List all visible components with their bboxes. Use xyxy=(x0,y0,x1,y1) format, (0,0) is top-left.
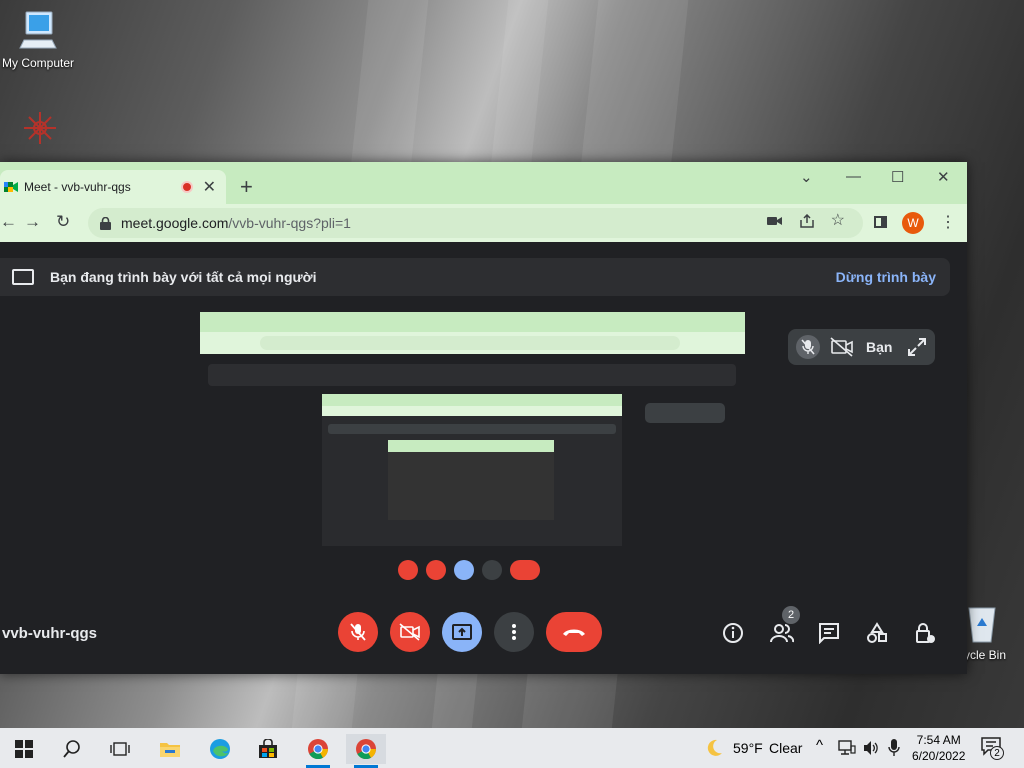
tab-title: Meet - vvb-vuhr-qgs xyxy=(24,180,131,194)
meet-control-bar: vvb-vuhr-qgs 2 xyxy=(0,602,967,668)
chrome-icon xyxy=(356,739,376,760)
back-button[interactable]: ← xyxy=(0,212,17,232)
shared-screen-preview xyxy=(200,312,745,594)
monitor-icon xyxy=(19,11,57,49)
host-controls-icon[interactable] xyxy=(914,622,936,644)
notification-center-button[interactable]: 2 xyxy=(980,736,1008,762)
reload-button[interactable]: ↻ xyxy=(56,212,70,232)
chrome-button-active[interactable] xyxy=(346,734,386,768)
meeting-details-icon[interactable] xyxy=(722,622,744,644)
preview-self-tile xyxy=(645,403,725,423)
microphone-icon[interactable] xyxy=(888,738,900,758)
show-hidden-icons-icon[interactable]: ^ xyxy=(816,737,823,754)
mic-off-icon xyxy=(796,335,820,359)
chrome-button[interactable] xyxy=(298,734,338,768)
expand-icon[interactable] xyxy=(907,337,927,357)
preview-nested-screen xyxy=(322,394,622,546)
preview-banner xyxy=(208,364,736,386)
present-screen-icon xyxy=(452,624,472,640)
bookmark-star-icon[interactable]: ☆ xyxy=(831,213,845,229)
self-video-tile[interactable]: Bạn xyxy=(788,329,935,365)
edge-browser-icon xyxy=(210,739,230,759)
more-vert-icon xyxy=(512,624,516,640)
lock-icon xyxy=(100,216,111,230)
url-host: meet.google.com xyxy=(121,215,229,231)
preview-controls xyxy=(398,560,540,580)
recycle-bin-icon xyxy=(968,607,996,643)
store-icon xyxy=(259,739,277,758)
chrome-icon xyxy=(308,739,328,760)
file-explorer-button[interactable] xyxy=(150,734,190,764)
weather-description[interactable]: Clear xyxy=(769,740,802,756)
preview-toolbar xyxy=(200,332,745,354)
people-icon[interactable] xyxy=(770,622,794,644)
present-screen-icon xyxy=(12,269,34,285)
store-button[interactable] xyxy=(248,734,288,764)
camera-blocked-icon[interactable] xyxy=(766,214,783,228)
volume-icon[interactable] xyxy=(862,739,880,757)
address-bar[interactable]: meet.google.com/vvb-vuhr-qgs?pli=1 ☆ xyxy=(88,208,863,238)
forward-button[interactable]: → xyxy=(24,212,41,232)
side-panel-icon[interactable] xyxy=(874,216,887,228)
tab-strip: Meet - vvb-vuhr-qgs ✕ + ⌄ — ☐ ✕ xyxy=(0,162,967,204)
toggle-mic-button[interactable] xyxy=(338,612,378,652)
hang-up-icon xyxy=(563,629,585,636)
self-tile-label: Bạn xyxy=(866,339,893,355)
clock-date: 6/20/2022 xyxy=(912,749,966,763)
toggle-camera-button[interactable] xyxy=(390,612,430,652)
notification-count-badge: 2 xyxy=(990,746,1004,760)
mic-off-icon xyxy=(350,623,366,641)
browser-window: Meet - vvb-vuhr-qgs ✕ + ⌄ — ☐ ✕ ← → ↻ me… xyxy=(0,162,967,674)
url-path: /vvb-vuhr-qgs?pli=1 xyxy=(228,215,351,231)
google-meet-icon xyxy=(4,182,18,192)
presenting-banner: Bạn đang trình bày với tất cả mọi người … xyxy=(0,258,950,296)
share-icon[interactable] xyxy=(799,214,815,228)
edge-button[interactable] xyxy=(200,734,240,764)
maximize-button[interactable]: ☐ xyxy=(891,168,904,186)
tab-search-icon[interactable]: ⌄ xyxy=(800,168,813,186)
start-button[interactable] xyxy=(4,734,44,764)
close-window-button[interactable]: ✕ xyxy=(937,168,950,186)
search-icon xyxy=(63,740,80,758)
network-icon[interactable] xyxy=(838,740,856,756)
more-options-button[interactable] xyxy=(494,612,534,652)
weather-moon-icon[interactable] xyxy=(704,738,724,758)
minimize-button[interactable]: — xyxy=(846,168,861,185)
folder-icon xyxy=(160,743,180,757)
new-tab-button[interactable]: + xyxy=(240,174,253,200)
chat-icon[interactable] xyxy=(818,622,840,644)
clock-time: 7:54 AM xyxy=(916,733,961,747)
desktop-icon-my-computer[interactable]: My Computer xyxy=(2,10,74,70)
close-tab-icon[interactable]: ✕ xyxy=(203,177,216,197)
browser-menu-icon[interactable]: ⋮ xyxy=(940,212,956,232)
preview-tab-strip xyxy=(200,312,745,332)
search-button[interactable] xyxy=(52,734,92,764)
tab-meet[interactable]: Meet - vvb-vuhr-qgs ✕ xyxy=(0,170,226,204)
desktop-app-icon[interactable] xyxy=(20,108,60,154)
system-clock[interactable]: 7:54 AM 6/20/2022 xyxy=(912,732,965,764)
presenting-text: Bạn đang trình bày với tất cả mọi người xyxy=(50,269,317,285)
taskbar: 59°F Clear ^ 7:54 AM 6/20/2022 2 xyxy=(0,728,1024,768)
profile-avatar[interactable]: W xyxy=(902,212,924,234)
stop-presenting-button[interactable]: Dừng trình bày xyxy=(836,269,936,285)
task-view-button[interactable] xyxy=(100,734,140,764)
camera-off-icon xyxy=(830,337,853,357)
participants-count-badge: 2 xyxy=(782,606,800,624)
present-now-button[interactable] xyxy=(442,612,482,652)
desktop-icon-label: My Computer xyxy=(2,56,75,70)
flower-logo-icon xyxy=(24,112,56,144)
task-view-icon xyxy=(110,742,130,756)
weather-temperature[interactable]: 59°F xyxy=(733,740,763,756)
meeting-code: vvb-vuhr-qgs xyxy=(2,625,98,642)
omnibox-actions: ☆ xyxy=(766,213,845,229)
leave-call-button[interactable] xyxy=(546,612,602,652)
windows-logo-icon xyxy=(15,740,33,758)
activities-icon[interactable] xyxy=(866,622,888,644)
recording-indicator-icon xyxy=(180,181,193,193)
camera-off-icon xyxy=(399,623,420,641)
browser-toolbar: ← → ↻ meet.google.com/vvb-vuhr-qgs?pli=1… xyxy=(0,204,967,242)
